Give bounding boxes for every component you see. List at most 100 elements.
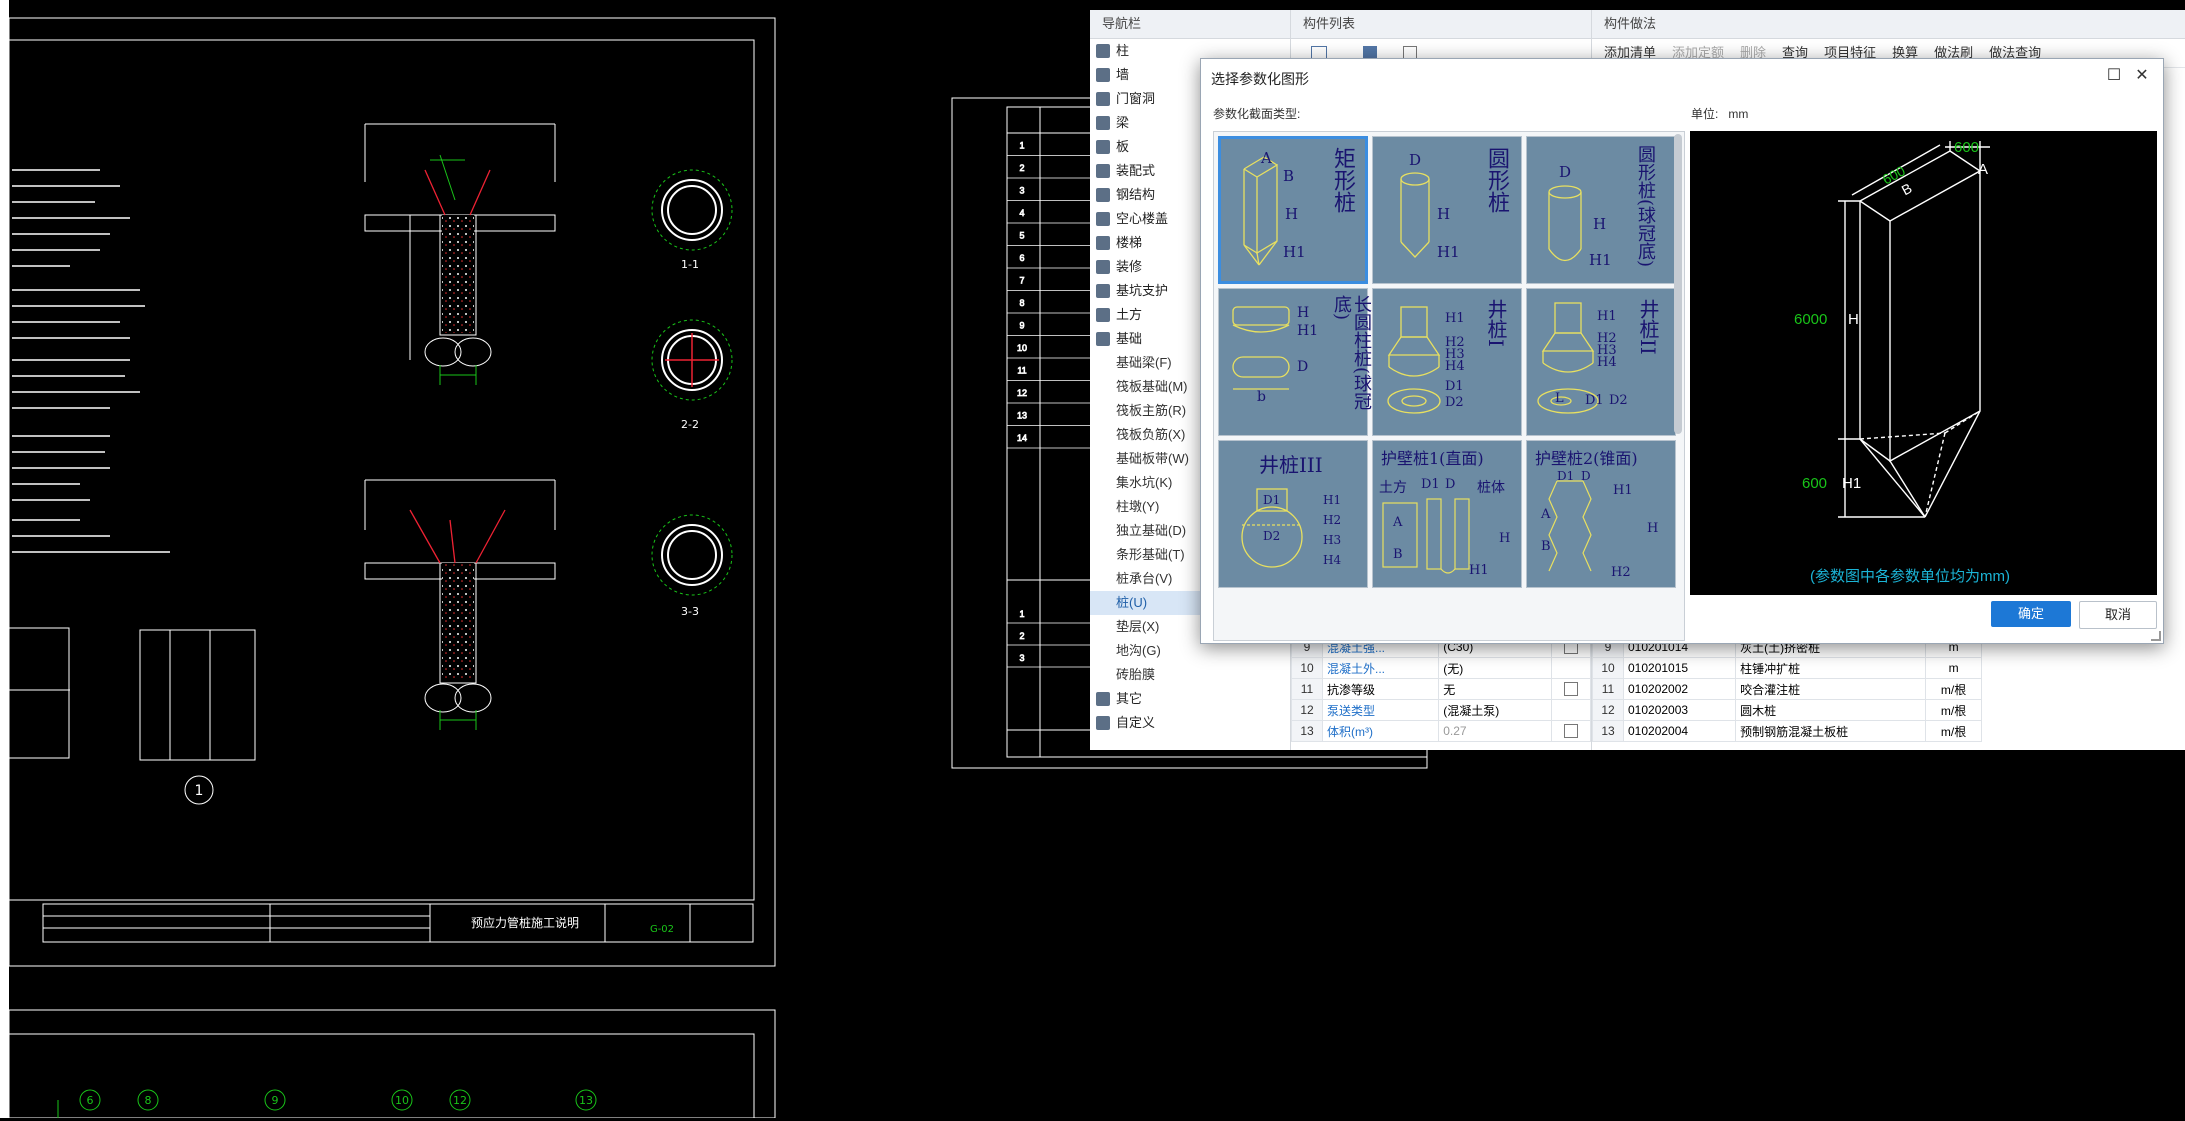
- svg-text:10: 10: [395, 1094, 409, 1107]
- beam-icon: [1096, 116, 1110, 130]
- nav-header: 导航栏: [1090, 10, 1290, 39]
- cancel-button[interactable]: 取消: [2079, 601, 2157, 629]
- right-table-row-number: 3: [1019, 653, 1024, 663]
- nav-item-label: 空心楼盖: [1116, 211, 1169, 226]
- tile-retaining-pile-1[interactable]: 护壁桩1(直面) 土方 D1 D 桩体 A B H H1: [1372, 440, 1522, 588]
- complist-header: 构件列表: [1291, 10, 1591, 39]
- table-row[interactable]: 10 010201015 柱锤冲扩桩 m: [1592, 657, 1982, 679]
- row-number: 13: [1291, 720, 1323, 742]
- right-table-row-number: 14: [1017, 433, 1027, 443]
- property-value[interactable]: 0.27: [1438, 720, 1552, 742]
- right-table-row-number: 3: [1019, 186, 1024, 196]
- tile-round-pile-ballcap[interactable]: D H H1 圆形桩(球冠底): [1526, 136, 1676, 284]
- table-row[interactable]: 12 010202003 圆木桩 m/根: [1592, 699, 1982, 721]
- table-row[interactable]: 11 010202002 咬合灌注桩 m/根: [1592, 678, 1982, 700]
- right-table-row-number: 12: [1017, 388, 1027, 398]
- table-row[interactable]: 10 混凝土外... (无): [1291, 657, 1591, 679]
- nav-item-label: 自定义: [1116, 715, 1156, 730]
- steel-icon: [1096, 188, 1110, 202]
- nav-item-label: 梁: [1116, 115, 1130, 130]
- custom-icon: [1096, 716, 1110, 730]
- nav-item-label: 墙: [1116, 67, 1130, 82]
- method-header: 构件做法: [1592, 10, 2185, 39]
- preview-dim-h: 6000: [1794, 311, 1828, 328]
- attach-checkbox[interactable]: [1564, 682, 1578, 697]
- nav-tail-item-0[interactable]: 其它: [1090, 687, 1290, 711]
- unit-value: mm: [1728, 107, 1749, 121]
- stair-icon: [1096, 236, 1110, 250]
- tile-long-round-pile[interactable]: H H1 D b 长圆柱桩(球冠底): [1218, 288, 1372, 436]
- cell-unit: m/根: [1925, 678, 1982, 700]
- svg-text:6: 6: [87, 1094, 94, 1107]
- property-table: 9 混凝土强... (C30) 10 混凝土外... (无) 11 抗渗等级无 12 泵送类型 (混…: [1291, 636, 1591, 742]
- maximize-icon[interactable]: ☐: [2103, 65, 2125, 85]
- list-table: 9 010201014 灰土(土)挤密桩 m 10 010201015 柱锤冲扩桩 m 11 01…: [1592, 636, 1982, 742]
- table-row[interactable]: 13 体积(m³) 0.27: [1291, 720, 1591, 742]
- right-table-row-number: 13: [1017, 411, 1027, 421]
- cell-unit: m/根: [1925, 699, 1982, 721]
- nav-sub-item[interactable]: 砖胎膜: [1090, 663, 1290, 687]
- preview-unit-note: (参数图中各参数单位均为mm): [1810, 568, 2010, 585]
- attach-cell: [1551, 678, 1591, 700]
- right-table-row-number: 8: [1019, 298, 1024, 308]
- cell-n: 10: [1592, 657, 1624, 679]
- tile-rect-pile[interactable]: A B H H1 矩形桩: [1218, 136, 1368, 284]
- resize-grip-icon[interactable]: [2151, 631, 2161, 641]
- nav-item-label: 楼梯: [1116, 235, 1143, 250]
- cell-n: 11: [1592, 678, 1624, 700]
- left-edge-strip: [0, 0, 9, 1118]
- attach-checkbox[interactable]: [1564, 724, 1578, 739]
- svg-text:1: 1: [195, 783, 204, 799]
- slab-icon: [1096, 140, 1110, 154]
- foundation-icon: [1096, 332, 1110, 346]
- ok-button[interactable]: 确定: [1991, 601, 2071, 627]
- nav-item-label: 板: [1116, 139, 1130, 154]
- property-name: 体积(m³): [1321, 720, 1440, 742]
- shape-grid-scrollbar[interactable]: [1674, 134, 1682, 434]
- cell-name: 柱锤冲扩桩: [1735, 657, 1927, 679]
- tile-well-pile-3[interactable]: 井桩III D1 D2 H1 H2 H3 H4: [1218, 440, 1368, 588]
- nav-item-label: 土方: [1116, 307, 1143, 322]
- tile-round-pile[interactable]: D H H1 圆形桩: [1372, 136, 1522, 284]
- tile-well-pile-2[interactable]: H1 H2 H3 H4 L D1 D2 井桩II: [1526, 288, 1676, 436]
- cell-code: 010202002: [1622, 678, 1737, 700]
- right-table-row-number: 5: [1019, 231, 1024, 241]
- tile-well-pile-1[interactable]: H1 H2 H3 H4 D1 D2 井桩I: [1372, 288, 1522, 436]
- cell-name: 咬合灌注桩: [1735, 678, 1927, 700]
- table-row[interactable]: 13 010202004 预制钢筋混凝土板桩 m/根: [1592, 720, 1982, 742]
- cell-n: 13: [1592, 720, 1624, 742]
- cell-code: 010202004: [1622, 720, 1737, 742]
- svg-text:3-3: 3-3: [681, 605, 699, 618]
- right-table-row-number: 1: [1019, 141, 1024, 151]
- svg-text:G-02: G-02: [650, 924, 674, 935]
- nav-item-label: 装修: [1116, 259, 1143, 274]
- right-table-row-number: 6: [1019, 253, 1024, 263]
- property-value[interactable]: (无): [1438, 657, 1552, 679]
- door-window-icon: [1096, 92, 1110, 106]
- right-table-row-number: 7: [1019, 276, 1024, 286]
- preview-drawing: [1838, 141, 1990, 518]
- cell-code: 010201015: [1622, 657, 1737, 679]
- property-value[interactable]: (混凝土泵): [1438, 699, 1552, 721]
- nav-item-label: 钢结构: [1116, 187, 1156, 202]
- property-name: 泵送类型: [1321, 699, 1440, 721]
- preview-dim-a: 600: [1954, 139, 1980, 156]
- cell-name: 预制钢筋混凝土板桩: [1735, 720, 1927, 742]
- attach-cell: [1551, 699, 1591, 721]
- svg-text:2-2: 2-2: [681, 418, 699, 431]
- tile-retaining-pile-2[interactable]: 护壁桩2(锥面) D1 D H1 A B H H2: [1526, 440, 1676, 588]
- close-icon[interactable]: ✕: [2131, 65, 2153, 85]
- right-table-row-number: 10: [1017, 343, 1027, 353]
- other-icon: [1096, 692, 1110, 706]
- table-row[interactable]: 12 泵送类型 (混凝土泵): [1291, 699, 1591, 721]
- right-table-row-number: 9: [1019, 321, 1024, 331]
- cell-unit: m: [1925, 657, 1982, 679]
- svg-text:12: 12: [453, 1094, 467, 1107]
- decoration-icon: [1096, 260, 1110, 274]
- right-table-row-number: 4: [1019, 208, 1024, 218]
- property-value[interactable]: 无: [1438, 678, 1552, 700]
- table-row[interactable]: 11 抗渗等级无: [1291, 678, 1591, 700]
- prefab-icon: [1096, 164, 1110, 178]
- nav-tail-item-1[interactable]: 自定义: [1090, 711, 1290, 735]
- preview-dim-h1: 600: [1802, 475, 1828, 492]
